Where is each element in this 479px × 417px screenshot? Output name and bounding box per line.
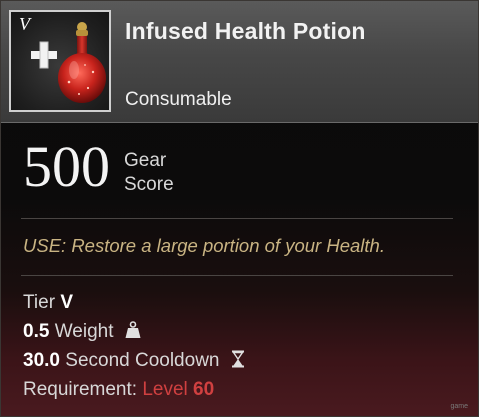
cooldown-label: Second Cooldown <box>65 350 220 371</box>
divider <box>21 275 453 276</box>
divider <box>21 218 453 219</box>
requirement-label: Requirement: <box>23 379 138 400</box>
item-icon-frame: V <box>9 10 111 112</box>
requirement-level-label: Level <box>142 379 188 400</box>
cooldown-stat: 30.0 Second Cooldown <box>23 350 245 372</box>
gear-score-label-line1: Gear <box>124 150 167 171</box>
hourglass-icon <box>231 350 244 368</box>
cooldown-value: 30.0 <box>23 350 60 371</box>
item-name: Infused Health Potion <box>125 18 366 44</box>
weight-icon <box>125 321 141 338</box>
tier-label: Tier <box>23 292 56 313</box>
tier-value: V <box>60 292 73 313</box>
item-tooltip: V Infused Health Potion Consumable 500 G… <box>0 0 479 417</box>
weight-label: Weight <box>54 321 114 342</box>
use-description: USE: Restore a large portion of your Hea… <box>23 235 385 256</box>
watermark: game <box>450 403 468 410</box>
gear-score-label: Gear Score <box>124 149 174 197</box>
tier-stat: Tier V <box>23 292 73 314</box>
requirement-stat: Requirement: Level 60 <box>23 379 214 401</box>
requirement-level-value: 60 <box>193 379 215 400</box>
tooltip-header: V Infused Health Potion Consumable <box>1 1 478 123</box>
weight-value: 0.5 <box>23 321 50 342</box>
tier-mark: V <box>19 14 30 34</box>
weight-stat: 0.5 Weight <box>23 321 141 343</box>
gear-score-value: 500 <box>23 134 110 199</box>
potion-icon <box>58 22 106 103</box>
item-type: Consumable <box>125 89 232 110</box>
gear-score-label-line2: Score <box>124 174 174 195</box>
